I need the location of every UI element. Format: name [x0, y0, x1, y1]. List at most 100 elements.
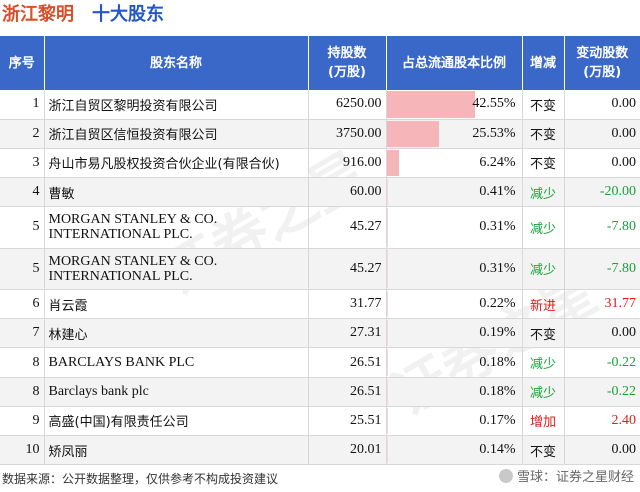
table-row: 10 矫凤丽 20.01 0.14% 不变 0.00: [0, 435, 640, 466]
shares-held: 27.31: [308, 318, 387, 349]
page-title: 浙江黎明 十大股东: [2, 2, 164, 28]
ratio-cell: 0.18%: [386, 377, 523, 407]
ratio-cell: 42.55%: [386, 90, 523, 120]
change-status: 减少: [522, 248, 565, 291]
share-delta: 0.00: [564, 435, 640, 466]
shares-held: 6250.00: [308, 90, 387, 120]
shares-held: 916.00: [308, 148, 387, 179]
change-status: 不变: [522, 90, 565, 120]
change-status: 减少: [522, 377, 565, 407]
change-status: 减少: [522, 177, 565, 208]
row-index: 5: [0, 248, 45, 291]
share-delta: -20.00: [564, 177, 640, 208]
table-row: 3 舟山市易凡股权投资合伙企业(有限合伙) 916.00 6.24% 不变 0.00: [0, 148, 640, 179]
ratio-value: 0.31%: [479, 219, 516, 235]
shares-held: 3750.00: [308, 119, 387, 149]
data-source-note: 数据来源：公开数据整理，仅供参考不构成投资建议: [2, 472, 279, 486]
ratio-value: 0.18%: [479, 354, 516, 370]
ratio-cell: 25.53%: [386, 119, 523, 149]
row-index: 2: [0, 119, 45, 149]
shares-held: 25.51: [308, 406, 387, 436]
shareholder-name: MORGAN STANLEY & CO. INTERNATIONAL PLC.: [44, 248, 309, 291]
ratio-value: 6.24%: [479, 154, 516, 170]
share-delta: -0.22: [564, 347, 640, 378]
table-row: 2 浙江自贸区信恒投资有限公司 3750.00 25.53% 不变 0.00: [0, 119, 640, 149]
shares-held: 31.77: [308, 289, 387, 320]
table-row: 9 高盛(中国)有限责任公司 25.51 0.17% 增加 2.40: [0, 406, 640, 436]
ratio-value: 0.31%: [479, 260, 516, 276]
col-header-change: 增减: [522, 36, 565, 90]
shareholder-name: 曹敏: [44, 177, 309, 208]
shares-held: 45.27: [308, 206, 387, 249]
share-delta: -7.80: [564, 248, 640, 291]
row-index: 8: [0, 347, 45, 378]
col-header-name: 股东名称: [44, 36, 309, 90]
change-status: 新进: [522, 289, 565, 320]
shareholder-name: BARCLAYS BANK PLC: [44, 347, 309, 378]
row-index: 8: [0, 377, 45, 407]
row-index: 3: [0, 148, 45, 179]
shareholder-name: 矫凤丽: [44, 435, 309, 466]
row-index: 6: [0, 289, 45, 320]
shares-held: 60.00: [308, 177, 387, 208]
share-delta: 0.00: [564, 119, 640, 149]
shareholder-name: Barclays bank plc: [44, 377, 309, 407]
ratio-cell: 6.24%: [386, 148, 523, 179]
ratio-cell: 0.19%: [386, 318, 523, 349]
shareholder-name: 浙江自贸区黎明投资有限公司: [44, 90, 309, 120]
section-title: 十大股东: [92, 4, 164, 25]
ratio-cell: 0.31%: [386, 248, 523, 291]
table-row: 6 肖云霞 31.77 0.22% 新进 31.77: [0, 289, 640, 320]
ratio-cell: 0.14%: [386, 435, 523, 466]
change-status: 不变: [522, 435, 565, 466]
shareholder-name: MORGAN STANLEY & CO. INTERNATIONAL PLC.: [44, 206, 309, 249]
share-delta: -7.80: [564, 206, 640, 249]
row-index: 10: [0, 435, 45, 466]
col-header-idx: 序号: [0, 36, 45, 90]
table-row: 8 Barclays bank plc 26.51 0.18% 减少 -0.22: [0, 377, 640, 407]
shareholder-name: 高盛(中国)有限责任公司: [44, 406, 309, 436]
ratio-cell: 0.17%: [386, 406, 523, 436]
change-status: 减少: [522, 206, 565, 249]
col-header-shares: 持股数 (万股): [308, 36, 387, 90]
row-index: 9: [0, 406, 45, 436]
ratio-value: 42.55%: [472, 96, 516, 112]
row-index: 1: [0, 90, 45, 120]
table-row: 5 MORGAN STANLEY & CO. INTERNATIONAL PLC.…: [0, 248, 640, 291]
table-header-row: 序号 股东名称 持股数 (万股) 占总流通股本比例 增减 变动股数 (万股): [0, 36, 640, 90]
table-row: 1 浙江自贸区黎明投资有限公司 6250.00 42.55% 不变 0.00: [0, 90, 640, 120]
change-status: 减少: [522, 347, 565, 378]
row-index: 5: [0, 206, 45, 249]
ratio-value: 0.17%: [479, 412, 516, 428]
share-delta: 0.00: [564, 318, 640, 349]
shareholder-name: 林建心: [44, 318, 309, 349]
ratio-value: 0.14%: [479, 442, 516, 458]
ratio-value: 0.41%: [479, 184, 516, 200]
table-row: 8 BARCLAYS BANK PLC 26.51 0.18% 减少 -0.22: [0, 347, 640, 378]
ratio-value: 25.53%: [472, 125, 516, 141]
shareholder-name: 肖云霞: [44, 289, 309, 320]
change-status: 不变: [522, 148, 565, 179]
share-delta: 0.00: [564, 148, 640, 179]
ratio-value: 0.18%: [479, 383, 516, 399]
snowball-logo-icon: [498, 469, 513, 483]
shares-held: 26.51: [308, 377, 387, 407]
shares-held: 45.27: [308, 248, 387, 291]
table-body: 1 浙江自贸区黎明投资有限公司 6250.00 42.55% 不变 0.00 2 浙江自贸区信…: [0, 90, 640, 466]
share-delta: 2.40: [564, 406, 640, 436]
table-row: 5 MORGAN STANLEY & CO. INTERNATIONAL PLC.…: [0, 206, 640, 249]
shareholder-name: 舟山市易凡股权投资合伙企业(有限合伙): [44, 148, 309, 179]
share-delta: -0.22: [564, 377, 640, 407]
table-row: 4 曹敏 60.00 0.41% 减少 -20.00: [0, 177, 640, 208]
row-index: 7: [0, 318, 45, 349]
ratio-value: 0.19%: [479, 325, 516, 341]
shareholder-name: 浙江自贸区信恒投资有限公司: [44, 119, 309, 149]
brand-label: 雪球：证券之星财经: [498, 466, 634, 485]
company-name: 浙江黎明: [2, 4, 74, 25]
ratio-value: 0.22%: [479, 296, 516, 312]
change-status: 增加: [522, 406, 565, 436]
share-delta: 31.77: [564, 289, 640, 320]
shareholders-table: 序号 股东名称 持股数 (万股) 占总流通股本比例 增减 变动股数 (万股) 1 浙江…: [0, 36, 640, 466]
ratio-cell: 0.31%: [386, 206, 523, 249]
shares-held: 20.01: [308, 435, 387, 466]
